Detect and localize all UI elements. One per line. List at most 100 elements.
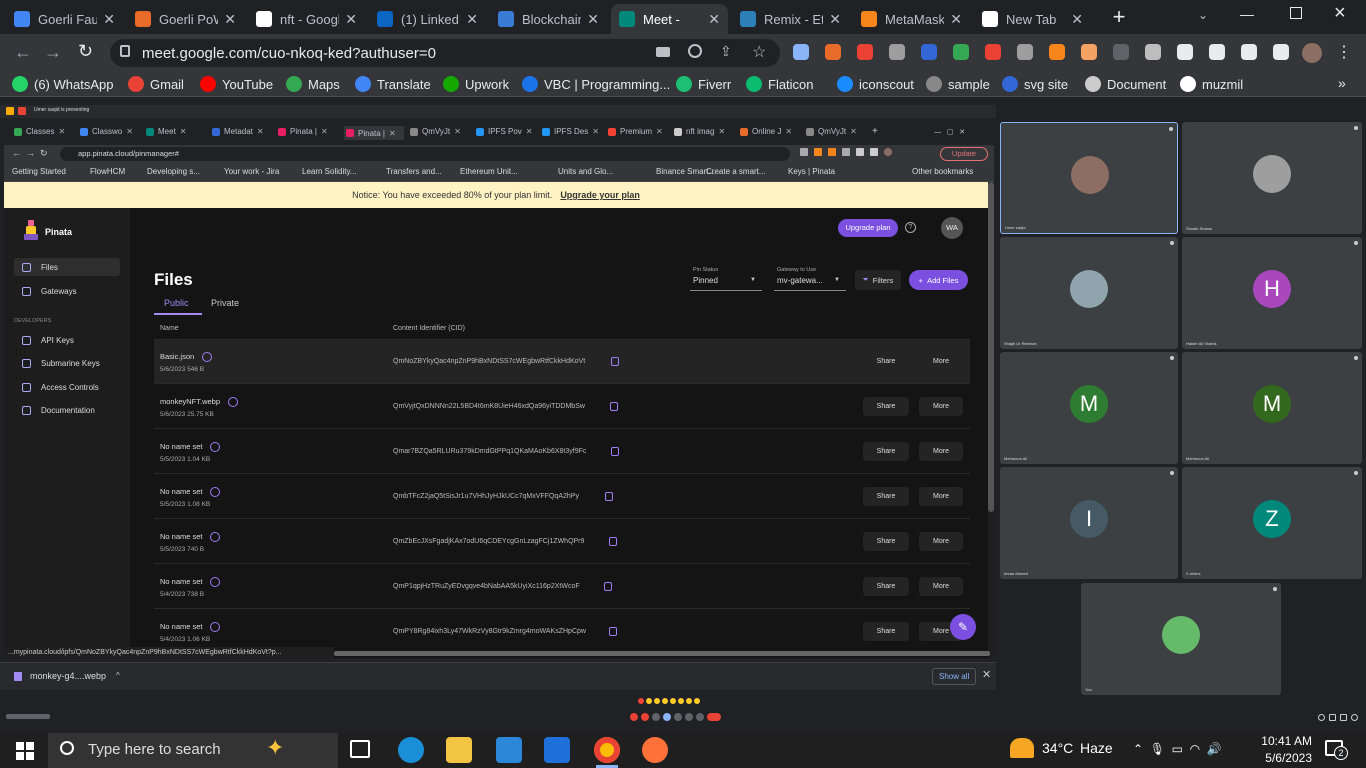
- tray-icons[interactable]: ⌃ 🎙 ▭ ◠ 🔊: [1133, 742, 1222, 756]
- bookmark-item[interactable]: sample: [926, 76, 990, 92]
- inner-tab-title: Pinata |: [358, 128, 385, 138]
- close-download-bar-icon[interactable]: ✕: [982, 668, 991, 681]
- extension-icon[interactable]: [1113, 44, 1129, 60]
- close-tab-icon[interactable]: ✕: [345, 11, 357, 28]
- meeting-controls[interactable]: [630, 713, 736, 723]
- windows-start-icon[interactable]: [16, 742, 34, 760]
- browser-tab[interactable]: MetaMask ✕: [853, 4, 970, 34]
- close-tab-icon[interactable]: ✕: [103, 11, 115, 28]
- participant-tile[interactable]: Shajib Ur Rehman: [1000, 237, 1178, 349]
- bookmark-item[interactable]: iconscout: [837, 76, 914, 92]
- participant-tile[interactable]: M Mehmoon Ali: [1182, 352, 1362, 464]
- browser-tab[interactable]: Goerli Faucet ✕: [6, 4, 123, 34]
- bookmark-item[interactable]: YouTube: [200, 76, 273, 92]
- meeting-side-icons[interactable]: [1318, 714, 1362, 722]
- extension-icon[interactable]: [1241, 44, 1257, 60]
- taskbar-search[interactable]: Type here to search ✦: [48, 733, 338, 768]
- presenting-close-icon[interactable]: [18, 107, 26, 115]
- participant-tile[interactable]: H Haider Ali Shahis: [1182, 237, 1362, 349]
- extension-icon[interactable]: [1049, 44, 1065, 60]
- close-tab-icon[interactable]: ✕: [224, 11, 236, 28]
- share-icon[interactable]: ⇪: [720, 43, 732, 60]
- bookmark-item[interactable]: Document: [1085, 76, 1166, 92]
- edge-icon[interactable]: [398, 737, 424, 763]
- browser-tab[interactable]: New Tab ✕: [974, 4, 1091, 34]
- zoom-icon[interactable]: [688, 44, 702, 58]
- close-tab-icon[interactable]: ✕: [708, 11, 720, 28]
- forward-icon[interactable]: →: [44, 42, 62, 63]
- extension-icon[interactable]: [921, 44, 937, 60]
- extension-icon[interactable]: [985, 44, 1001, 60]
- bookmark-item[interactable]: Upwork: [443, 76, 509, 92]
- close-tab-icon[interactable]: ✕: [466, 11, 478, 28]
- camera-icon[interactable]: [656, 47, 670, 57]
- temperature[interactable]: 34°C: [1042, 740, 1073, 756]
- back-icon[interactable]: ←: [14, 42, 32, 63]
- address-bar[interactable]: meet.google.com/cuo-nkoq-ked?authuser=0 …: [110, 39, 780, 67]
- bookmark-item[interactable]: Translate: [355, 76, 431, 92]
- browser-tab[interactable]: Blockchain ✕: [490, 4, 607, 34]
- bookmark-item[interactable]: Fiverr: [676, 76, 731, 92]
- new-tab-button[interactable]: +: [1107, 6, 1131, 30]
- extension-icon[interactable]: [1081, 44, 1097, 60]
- bookmark-item[interactable]: svg site: [1002, 76, 1068, 92]
- bookmark-item[interactable]: muzmil: [1180, 76, 1243, 92]
- store-icon[interactable]: [496, 737, 522, 763]
- extension-icon[interactable]: [889, 44, 905, 60]
- task-view-icon[interactable]: [350, 740, 370, 758]
- bookmarks-overflow-icon[interactable]: »: [1338, 75, 1346, 91]
- close-window-button[interactable]: ×: [1334, 2, 1346, 25]
- extension-icon[interactable]: [1017, 44, 1033, 60]
- participant-tile[interactable]: I Imran Ahmed: [1000, 467, 1178, 579]
- extension-icon[interactable]: [825, 44, 841, 60]
- extension-icon[interactable]: [793, 44, 809, 60]
- participant-tile[interactable]: M Mehmoon Ali: [1000, 352, 1178, 464]
- browser-tab[interactable]: Goerli PoW ✕: [127, 4, 244, 34]
- bookmark-item[interactable]: Maps: [286, 76, 340, 92]
- weather-text[interactable]: Haze: [1080, 740, 1113, 756]
- reactions-bar[interactable]: [638, 698, 730, 706]
- firefox-icon[interactable]: [642, 737, 668, 763]
- inner-tab: IPFS Pov ✕: [476, 127, 536, 136]
- extension-icon[interactable]: [1273, 44, 1289, 60]
- extension-icon[interactable]: [953, 44, 969, 60]
- extension-icon[interactable]: [857, 44, 873, 60]
- clock-date[interactable]: 5/6/2023: [1256, 751, 1312, 765]
- chrome-icon[interactable]: [594, 737, 620, 763]
- star-icon[interactable]: ☆: [752, 42, 766, 62]
- bookmark-item[interactable]: VBC | Programming...: [522, 76, 670, 92]
- minimize-button[interactable]: —: [1240, 6, 1254, 22]
- account-avatar: WA: [941, 217, 963, 239]
- participant-tile[interactable]: Umer saqid: [1000, 122, 1178, 234]
- browser-tab[interactable]: Remix - Eth ✕: [732, 4, 849, 34]
- browser-tab[interactable]: (1) LinkedIn ✕: [369, 4, 486, 34]
- file-explorer-icon[interactable]: [446, 737, 472, 763]
- extension-icon[interactable]: [1177, 44, 1193, 60]
- tab-search-icon[interactable]: ⌄: [1198, 8, 1208, 22]
- bookmark-label: (6) WhatsApp: [34, 76, 114, 92]
- clock-time[interactable]: 10:41 AM: [1256, 734, 1312, 748]
- participant-tile[interactable]: You: [1081, 583, 1281, 695]
- participant-tile[interactable]: Shoaib Shams: [1182, 122, 1362, 234]
- reload-icon[interactable]: ↻: [78, 41, 93, 62]
- extension-icon[interactable]: [1145, 44, 1161, 60]
- bookmark-item[interactable]: Flaticon: [746, 76, 814, 92]
- browser-tab[interactable]: Meet - ✕: [611, 4, 728, 34]
- mail-icon[interactable]: [544, 737, 570, 763]
- bookmark-item[interactable]: (6) WhatsApp: [12, 76, 113, 92]
- notification-badge: 2: [1334, 746, 1348, 760]
- download-chevron-icon[interactable]: ^: [116, 671, 120, 680]
- restore-button[interactable]: [1290, 7, 1302, 19]
- close-tab-icon[interactable]: ✕: [950, 11, 962, 28]
- profile-avatar[interactable]: [1302, 43, 1322, 63]
- weather-icon[interactable]: [1010, 738, 1034, 758]
- bookmark-item[interactable]: Gmail: [128, 76, 184, 92]
- menu-icon[interactable]: ⋮: [1336, 42, 1352, 62]
- participant-tile[interactable]: Z 2 others: [1182, 467, 1362, 579]
- close-tab-icon[interactable]: ✕: [829, 11, 841, 28]
- close-tab-icon[interactable]: ✕: [587, 11, 599, 28]
- show-all-button[interactable]: Show all: [932, 668, 977, 685]
- close-tab-icon[interactable]: ✕: [1071, 11, 1083, 28]
- extension-icon[interactable]: [1209, 44, 1225, 60]
- browser-tab[interactable]: nft - Google ✕: [248, 4, 365, 34]
